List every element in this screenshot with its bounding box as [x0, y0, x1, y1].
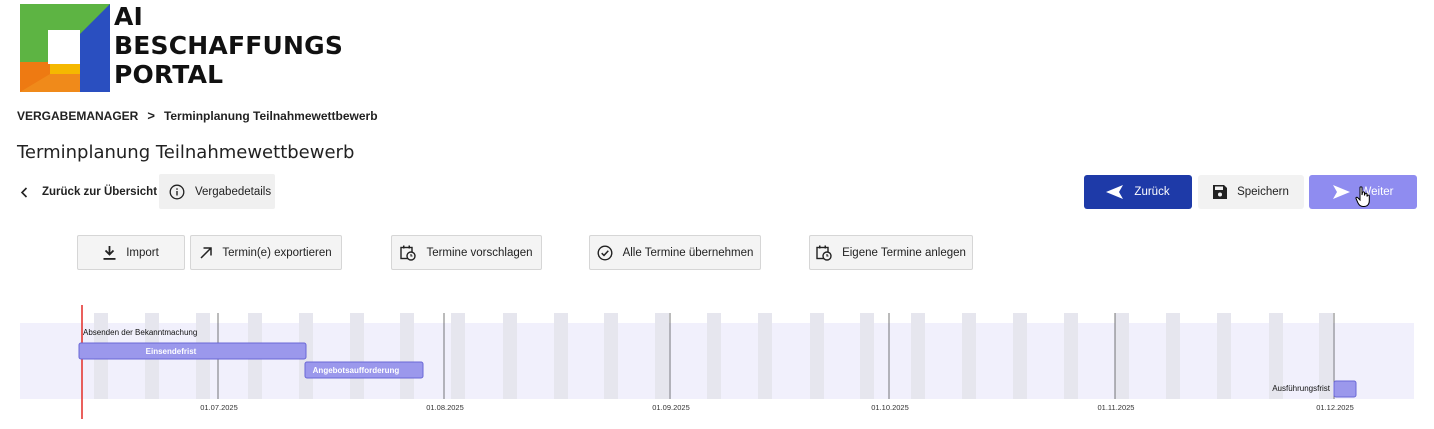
accept-all-appointments-button[interactable]: Alle Termine übernehmen: [589, 235, 761, 270]
hand-pointer-icon: [1355, 186, 1370, 207]
axis-label-sep: 01.09.2025: [652, 403, 690, 412]
import-label: Import: [126, 246, 159, 259]
portal-logo-icon: [20, 4, 110, 92]
create-own-appointments-label: Eigene Termine anlegen: [842, 246, 966, 259]
calendar-clock-icon: [400, 245, 417, 261]
weekend-stripe: [503, 313, 517, 399]
weekend-stripe: [962, 313, 976, 399]
weekend-stripe: [707, 313, 721, 399]
bar-angebotsaufforderung-label: Angebotsaufforderung: [313, 366, 400, 375]
weekend-stripe: [350, 313, 364, 399]
zurueck-label: Zurück: [1134, 186, 1170, 198]
weekend-stripe: [860, 313, 874, 399]
back-to-overview-link[interactable]: Zurück zur Übersicht: [20, 183, 157, 201]
breadcrumb: VERGABEMANAGER > Terminplanung Teilnahme…: [17, 108, 378, 123]
weekend-stripe: [451, 313, 465, 399]
weekend-stripe: [400, 313, 414, 399]
import-button[interactable]: Import: [77, 235, 185, 270]
weekend-stripe: [1064, 313, 1078, 399]
weekend-stripe: [1013, 313, 1027, 399]
axis-label-jul: 01.07.2025: [200, 403, 238, 412]
milestone-label: Absenden der Bekanntmachung: [83, 328, 197, 337]
weekend-stripe: [758, 313, 772, 399]
bar-einsendefrist-label: Einsendefrist: [146, 347, 197, 356]
suggest-appointments-label: Termine vorschlagen: [426, 246, 533, 259]
weekend-stripe: [604, 313, 618, 399]
axis-label-nov: 01.11.2025: [1098, 403, 1135, 412]
breadcrumb-current: Terminplanung Teilnahmewettbewerb: [163, 108, 378, 123]
page-title: Terminplanung Teilnahmewettbewerb: [17, 142, 355, 163]
weekend-stripe: [554, 313, 568, 399]
back-to-overview-label: Zurück zur Übersicht: [42, 186, 158, 198]
weekend-stripe: [810, 313, 824, 399]
bar-ausfuehrungsfrist-label: Ausführungsfrist: [1272, 384, 1331, 393]
info-icon: [169, 184, 185, 199]
download-icon: [103, 245, 116, 260]
calendar-clock-icon: [816, 245, 832, 261]
axis-label-aug: 01.08.2025: [426, 403, 464, 412]
chevron-left-icon: [20, 186, 28, 198]
axis-label-oct: 01.10.2025: [871, 403, 909, 412]
check-circle-icon: [597, 244, 613, 261]
arrow-up-right-icon: [200, 246, 213, 259]
suggest-appointments-button[interactable]: Termine vorschlagen: [391, 235, 542, 270]
weekend-stripe: [655, 313, 669, 399]
create-own-appointments-button[interactable]: Eigene Termine anlegen: [809, 235, 973, 270]
send-back-icon: [1106, 185, 1124, 199]
accept-all-appointments-label: Alle Termine übernehmen: [622, 246, 754, 259]
export-appointments-label: Termin(e) exportieren: [222, 246, 332, 259]
breadcrumb-separator: >: [147, 108, 155, 123]
speichern-button[interactable]: Speichern: [1198, 175, 1304, 209]
bar-ausfuehrungsfrist[interactable]: [1333, 380, 1357, 398]
send-icon: [1333, 185, 1351, 199]
schedule-timeline: Absenden der Bekanntmachung Einsendefris…: [20, 305, 1414, 419]
export-appointments-button[interactable]: Termin(e) exportieren: [190, 235, 342, 270]
weekend-stripe: [1217, 313, 1231, 399]
weekend-stripe: [911, 313, 925, 399]
zurueck-button[interactable]: Zurück: [1084, 175, 1192, 209]
speichern-label: Speichern: [1237, 186, 1289, 198]
vergabedetails-button[interactable]: Vergabedetails: [159, 174, 275, 209]
weekend-stripe: [1115, 313, 1129, 399]
portal-logo-text: AI BESCHAFFUNGS PORTAL: [114, 2, 344, 89]
breadcrumb-root[interactable]: VERGABEMANAGER: [17, 109, 138, 123]
weekend-stripe: [1166, 313, 1180, 399]
vergabedetails-label: Vergabedetails: [195, 185, 272, 198]
save-icon: [1213, 185, 1228, 199]
axis-label-dec: 01.12.2025: [1316, 403, 1354, 412]
